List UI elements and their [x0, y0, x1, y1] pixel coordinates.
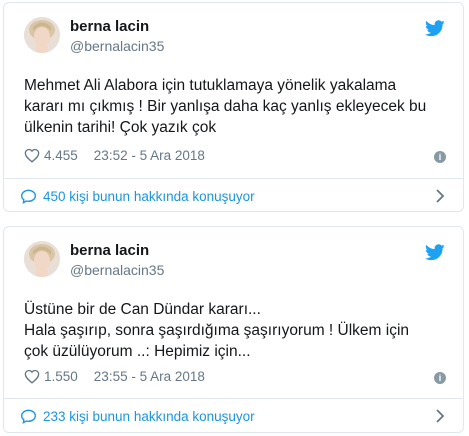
chevron-right-icon[interactable]	[435, 409, 445, 423]
chevron-right-icon[interactable]	[435, 189, 445, 203]
speech-bubble-icon	[20, 409, 37, 424]
tweet-text-line: kararı mı çıkmış ! Bir yanlışa daha kaç …	[24, 98, 427, 115]
tweet-text: Mehmet Ali Alabora için tutuklamaya yöne…	[24, 75, 444, 138]
info-icon[interactable]: i	[434, 372, 446, 384]
twitter-bird-icon[interactable]	[425, 244, 445, 261]
conversation-link[interactable]: 450 kişi bunun hakkında konuşuyor	[20, 179, 447, 213]
timestamp[interactable]: 23:52 - 5 Ara 2018	[94, 148, 205, 163]
tweet-text-line: çok üzülüyorum ..: Hepimiz için...	[24, 343, 251, 360]
conversation-label[interactable]: 450 kişi bunun hakkında konuşuyor	[43, 189, 255, 204]
heart-icon[interactable]	[24, 369, 40, 384]
like-count[interactable]: 4.455	[44, 148, 78, 163]
tweet-text-line: ülkenin tarihi! Çok yazık çok	[24, 119, 217, 136]
conversation-label[interactable]: 233 kişi bunun hakkında konuşuyor	[43, 409, 255, 424]
user-handle[interactable]: @bernalacin35	[70, 262, 164, 278]
tweet-text-line: Üstüne bir de Can Dündar kararı...	[24, 301, 261, 318]
display-name[interactable]: berna lacin	[70, 18, 149, 35]
tweet-text-line: Mehmet Ali Alabora için tutuklamaya yöne…	[24, 77, 397, 94]
avatar[interactable]	[24, 17, 60, 53]
avatar[interactable]	[24, 241, 60, 277]
tweet-meta: 4.455 23:52 - 5 Ara 2018	[24, 148, 205, 163]
conversation-link[interactable]: 233 kişi bunun hakkında konuşuyor	[20, 399, 447, 433]
heart-icon[interactable]	[24, 148, 40, 163]
tweet-text: Üstüne bir de Can Dündar kararı... Hala …	[24, 299, 444, 362]
tweet-text-line: Hala şaşırıp, sonra şaşırdığıma şaşırıyo…	[24, 322, 410, 339]
display-name[interactable]: berna lacin	[70, 242, 149, 259]
twitter-bird-icon[interactable]	[425, 20, 445, 37]
tweet-card[interactable]: berna lacin @bernalacin35 Üstüne bir de …	[3, 226, 464, 433]
info-icon[interactable]: i	[434, 151, 446, 163]
user-handle[interactable]: @bernalacin35	[70, 38, 164, 54]
timestamp[interactable]: 23:55 - 5 Ara 2018	[94, 369, 205, 384]
tweet-card[interactable]: berna lacin @bernalacin35 Mehmet Ali Ala…	[3, 2, 464, 212]
like-count[interactable]: 1.550	[44, 369, 78, 384]
speech-bubble-icon	[20, 189, 37, 204]
tweet-meta: 1.550 23:55 - 5 Ara 2018	[24, 369, 205, 384]
